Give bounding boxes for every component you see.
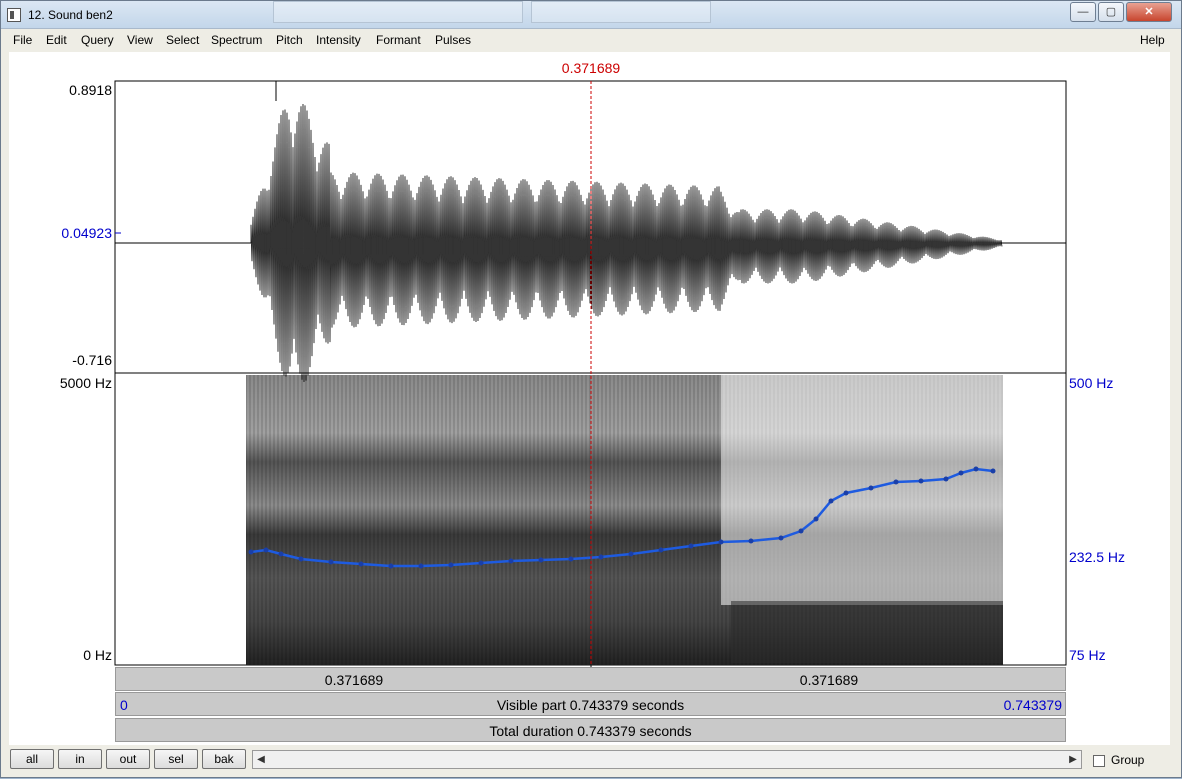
pitch-point xyxy=(508,558,514,564)
pitch-point xyxy=(688,543,694,549)
horizontal-scrollbar[interactable]: ◀ ▶ xyxy=(252,750,1082,769)
pitch-point xyxy=(598,554,604,560)
pitch-point xyxy=(388,563,394,569)
visible-part-bar[interactable]: 0 Visible part 0.743379 seconds 0.743379 xyxy=(115,692,1066,716)
pitch-point xyxy=(868,485,874,491)
pitch-point xyxy=(298,556,304,562)
pitch-point xyxy=(328,559,334,565)
group-toggle[interactable]: Group xyxy=(1093,753,1144,767)
pitch-point xyxy=(448,562,454,568)
pitch-point xyxy=(893,479,899,485)
visible-part-label: Visible part 0.743379 seconds xyxy=(496,697,685,713)
zoom-out-button[interactable]: out xyxy=(106,749,150,769)
pitch-point xyxy=(990,468,996,474)
pitch-point xyxy=(943,476,949,482)
visible-end: 0.743379 xyxy=(1003,697,1062,713)
praat-sound-editor-window: 12. Sound ben2 — ▢ ✕ File Edit Query Vie… xyxy=(0,0,1182,778)
spectrogram-low-band xyxy=(731,601,1003,663)
zoom-back-button[interactable]: bak xyxy=(202,749,246,769)
group-label: Group xyxy=(1111,753,1145,767)
selection-time-bar[interactable]: 0.371689 0.371689 xyxy=(115,667,1066,691)
pitch-point xyxy=(568,556,574,562)
pitch-point xyxy=(958,470,964,476)
zoom-all-button[interactable]: all xyxy=(10,749,54,769)
pitch-point xyxy=(358,561,364,567)
time-left-part[interactable]: 0.371689 xyxy=(116,672,592,688)
pitch-point xyxy=(798,528,804,534)
pitch-point xyxy=(478,560,484,566)
pitch-point xyxy=(718,539,724,545)
pitch-point xyxy=(973,466,979,472)
pitch-point xyxy=(418,563,424,569)
pitch-point xyxy=(628,551,634,557)
signal-display[interactable] xyxy=(1,1,1182,779)
pitch-point xyxy=(918,478,924,484)
pitch-point xyxy=(278,551,284,557)
pitch-point xyxy=(748,538,754,544)
pitch-point xyxy=(248,549,254,555)
scroll-left-arrow-icon[interactable]: ◀ xyxy=(253,751,269,768)
pitch-point xyxy=(538,557,544,563)
pitch-point xyxy=(813,516,819,522)
pitch-point xyxy=(828,498,834,504)
zoom-in-button[interactable]: in xyxy=(58,749,102,769)
pitch-point xyxy=(778,535,784,541)
pitch-point xyxy=(263,547,269,553)
pitch-point xyxy=(658,547,664,553)
time-right-part[interactable]: 0.371689 xyxy=(592,672,1066,688)
pitch-point xyxy=(843,490,849,496)
zoom-sel-button[interactable]: sel xyxy=(154,749,198,769)
group-checkbox[interactable] xyxy=(1093,754,1105,767)
total-duration-label: Total duration 0.743379 seconds xyxy=(489,723,692,739)
bottom-controls: all in out sel bak ◀ ▶ Group xyxy=(1,745,1181,777)
scroll-right-arrow-icon[interactable]: ▶ xyxy=(1065,751,1081,768)
total-duration-bar[interactable]: Total duration 0.743379 seconds xyxy=(115,718,1066,742)
